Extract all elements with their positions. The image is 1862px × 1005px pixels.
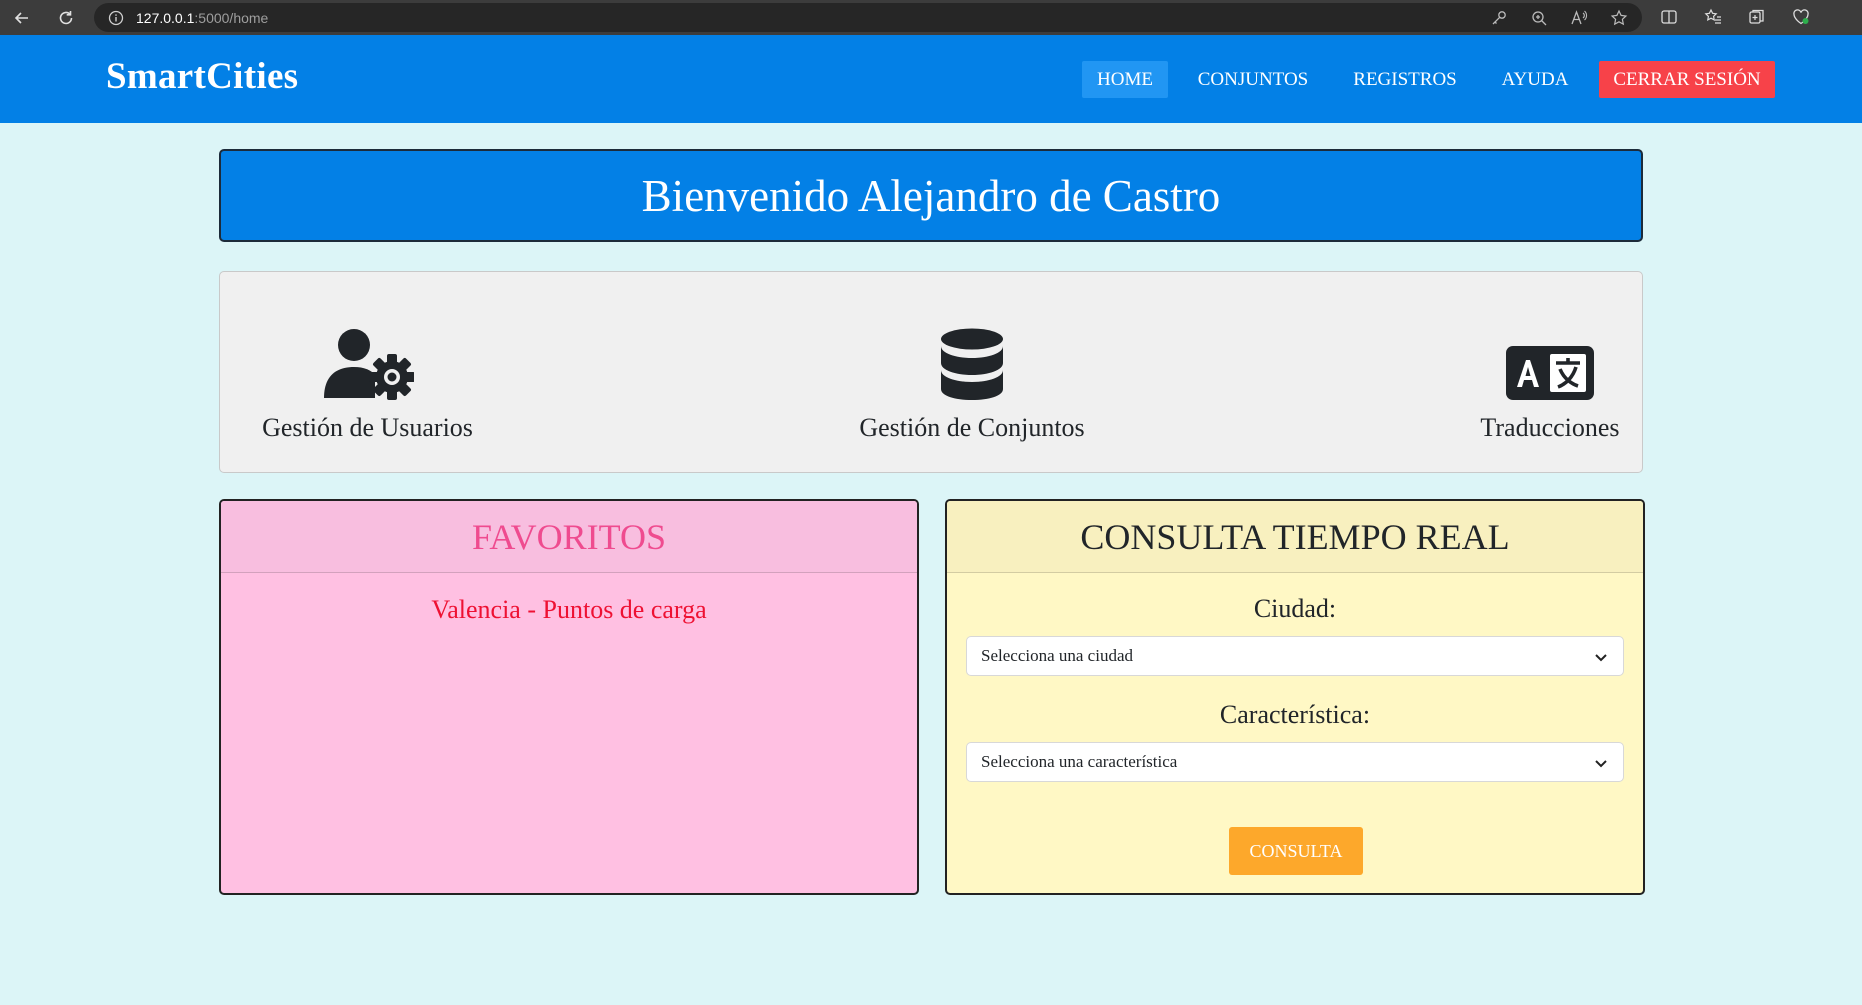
nav-home[interactable]: HOME: [1082, 61, 1168, 98]
tool-dataset-management-label: Gestión de Conjuntos: [859, 413, 1085, 442]
chevron-down-icon: [1595, 760, 1607, 768]
tool-translations-label: Traducciones: [1480, 413, 1620, 442]
user-gear-icon: [323, 329, 414, 400]
realtime-query-card: CONSULTA TIEMPO REAL Ciudad: Selecciona …: [945, 499, 1645, 895]
brand-logo[interactable]: SmartCities: [106, 55, 298, 98]
realtime-title: CONSULTA TIEMPO REAL: [947, 501, 1643, 573]
consulta-button[interactable]: CONSULTA: [1229, 827, 1363, 875]
logout-button[interactable]: CERRAR SESIÓN: [1599, 61, 1775, 98]
city-select-value: Selecciona una ciudad: [981, 646, 1133, 665]
reload-icon[interactable]: [52, 4, 80, 32]
favorites-icon[interactable]: [1704, 8, 1722, 26]
nav-ayuda[interactable]: AYUDA: [1490, 61, 1580, 98]
info-icon[interactable]: [108, 10, 124, 26]
database-icon: [941, 328, 1003, 400]
tool-user-management-label: Gestión de Usuarios: [262, 413, 473, 442]
browser-toolbar: 127.0.0.1:5000/home: [0, 0, 1862, 35]
read-aloud-icon[interactable]: [1570, 9, 1588, 27]
feature-select-value: Selecciona una característica: [981, 752, 1178, 771]
language-icon: [1506, 346, 1594, 400]
back-icon[interactable]: [8, 4, 36, 32]
feature-label: Característica:: [1219, 700, 1371, 729]
url-path: :5000/home: [194, 9, 269, 26]
city-label: Ciudad:: [1253, 594, 1337, 623]
url-host: 127.0.0.1: [136, 9, 195, 26]
zoom-icon[interactable]: [1530, 9, 1548, 27]
collections-icon[interactable]: [1748, 8, 1766, 26]
nav-conjuntos[interactable]: CONJUNTOS: [1188, 61, 1318, 98]
favorite-item[interactable]: Valencia - Puntos de carga: [221, 595, 917, 625]
city-select[interactable]: Selecciona una ciudad: [966, 636, 1624, 676]
favorites-title: FAVORITOS: [221, 501, 917, 573]
feature-select[interactable]: Selecciona una característica: [966, 742, 1624, 782]
address-bar[interactable]: 127.0.0.1:5000/home: [94, 3, 1642, 32]
favorites-card: FAVORITOS Valencia - Puntos de carga: [219, 499, 919, 895]
tool-dataset-management[interactable]: Gestión de Conjuntos: [852, 308, 1092, 443]
chevron-down-icon: [1595, 654, 1607, 662]
admin-tools-panel: Gestión de Usuarios Gestión de Conjuntos…: [219, 271, 1643, 473]
browser-essentials-icon[interactable]: [1792, 8, 1810, 26]
welcome-text: Bienvenido Alejandro de Castro: [641, 170, 1221, 221]
favorite-star-icon[interactable]: [1610, 9, 1628, 27]
tool-user-management[interactable]: Gestión de Usuarios: [260, 308, 475, 443]
tool-translations[interactable]: Traducciones: [1460, 308, 1640, 443]
split-screen-icon[interactable]: [1660, 8, 1678, 26]
top-navbar: SmartCities HOME CONJUNTOS REGISTROS AYU…: [0, 35, 1862, 123]
key-icon[interactable]: [1490, 9, 1508, 27]
nav-registros[interactable]: REGISTROS: [1340, 61, 1470, 98]
welcome-banner: Bienvenido Alejandro de Castro: [219, 149, 1643, 242]
